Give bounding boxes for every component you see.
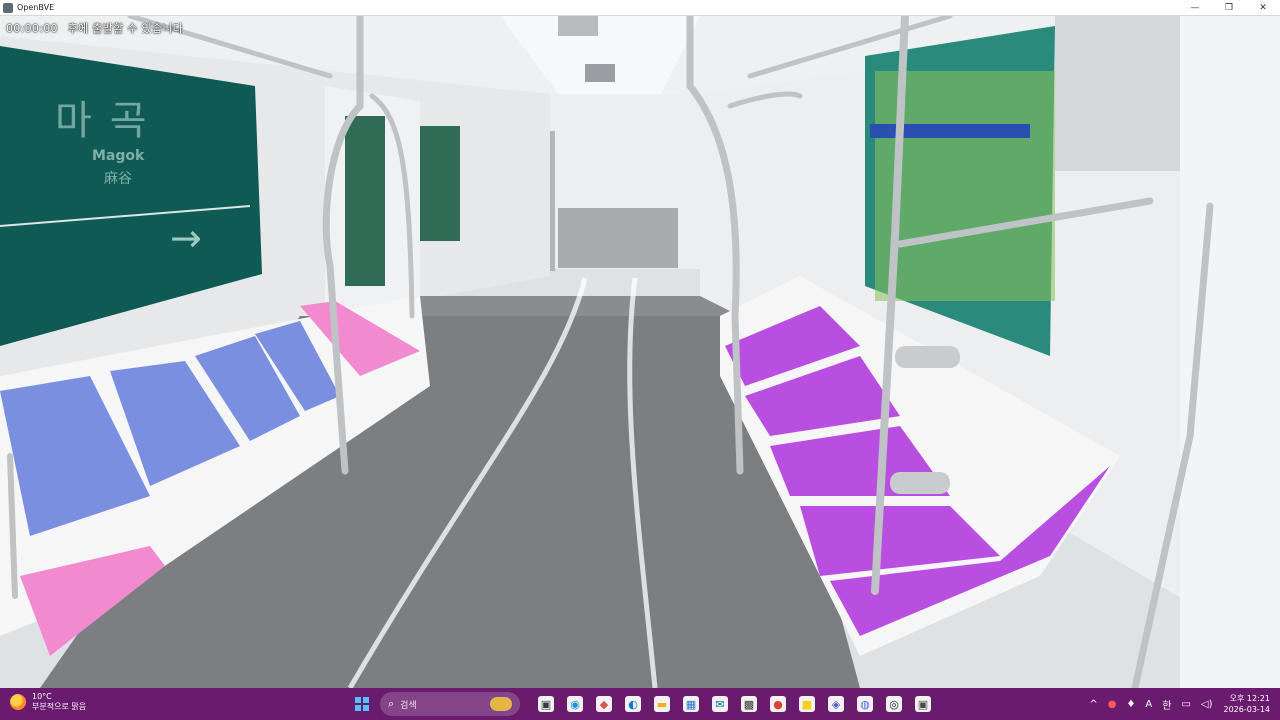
volume-icon[interactable]: ◁): [1201, 699, 1213, 710]
taskbar-app-openbve[interactable]: ▣: [911, 692, 935, 716]
taskbar-app-edge[interactable]: ◐: [621, 692, 645, 716]
taskbar-app-file-explorer[interactable]: ▬: [650, 692, 674, 716]
clock-time: 오후 12:21: [1229, 694, 1270, 703]
taskbar-app-chrome[interactable]: ●: [766, 692, 790, 716]
taskbar-app-kakaotalk[interactable]: ■: [795, 692, 819, 716]
train-interior-scene: [0, 16, 1280, 688]
taskbar-app-copilot[interactable]: ◉: [563, 692, 587, 716]
tray-app-icon[interactable]: ●: [1108, 699, 1117, 710]
search-placeholder: 검색: [400, 700, 417, 711]
start-button[interactable]: [350, 692, 374, 716]
station-sign-name-en: Magok: [92, 148, 145, 164]
weather-sun-icon: [10, 694, 26, 710]
file-explorer-icon: ▬: [654, 696, 670, 712]
taskbar-app-outlook[interactable]: ✉: [708, 692, 732, 716]
app-multicolor-icon: ◆: [596, 696, 612, 712]
obs-icon: ◎: [886, 696, 902, 712]
windows-taskbar: 10°C 부분적으로 맑음 ⌕ 검색 ▣ ◉ ◆ ◐ ▬ ▦ ✉ ▩ ● ■ ◈ ◍ ◎ ▣ ^ ● ♦ …: [0, 688, 1280, 720]
taskbar-apps: ⌕ 검색 ▣ ◉ ◆ ◐ ▬ ▦ ✉ ▩ ● ■ ◈ ◍ ◎ ▣: [350, 692, 935, 716]
window-titlebar: OpenBVE — ❐ ✕: [0, 0, 1280, 16]
station-sign-name-ko: 마곡: [55, 98, 165, 144]
taskbar-app-photos[interactable]: ▩: [737, 692, 761, 716]
taskbar-app-store[interactable]: ▦: [679, 692, 703, 716]
copilot-icon: ◉: [567, 696, 583, 712]
window-title: OpenBVE: [17, 3, 55, 12]
store-icon: ▦: [683, 696, 699, 712]
weather-description: 부분적으로 맑음: [32, 702, 87, 711]
weather-widget[interactable]: 10°C 부분적으로 맑음: [10, 692, 86, 712]
close-button[interactable]: ✕: [1246, 0, 1280, 15]
search-highlight-icon: [490, 697, 512, 711]
weather-temperature: 10°C: [32, 692, 52, 701]
teams-icon: ◈: [828, 696, 844, 712]
minimize-button[interactable]: —: [1178, 0, 1212, 15]
edge-icon: ◐: [625, 696, 641, 712]
overlay-time: 00:00:00: [6, 22, 58, 35]
taskbar-app-discord[interactable]: ◍: [853, 692, 877, 716]
microphone-icon[interactable]: ♦: [1126, 699, 1135, 710]
outlook-icon: ✉: [712, 696, 728, 712]
tray-overflow-chevron-icon[interactable]: ^: [1089, 699, 1097, 710]
overlay-text: 후에 출발할 수 있습니다: [67, 22, 184, 35]
app-icon: [3, 2, 13, 13]
openbve-icon: ▣: [915, 696, 931, 712]
chrome-icon: ●: [770, 696, 786, 712]
clock-date: 2026-03-14: [1223, 705, 1271, 714]
taskbar-app-obs[interactable]: ◎: [882, 692, 906, 716]
discord-icon: ◍: [857, 696, 873, 712]
windows-logo-icon: [355, 697, 369, 711]
arrow-right-icon: →: [170, 216, 202, 260]
photos-icon: ▩: [741, 696, 757, 712]
taskbar-app-task-view[interactable]: ▣: [534, 692, 558, 716]
system-tray: ^ ● ♦ A 한 ▭ ◁) 오후 12:21 2026-03-14: [1084, 688, 1280, 720]
taskbar-app-teams[interactable]: ◈: [824, 692, 848, 716]
maximize-button[interactable]: ❐: [1212, 0, 1246, 15]
search-icon: ⌕: [388, 697, 395, 710]
task-view-icon: ▣: [538, 696, 554, 712]
taskbar-app-app-multicolor[interactable]: ◆: [592, 692, 616, 716]
ime-language-indicator[interactable]: 한: [1162, 697, 1171, 712]
network-icon[interactable]: ▭: [1181, 699, 1190, 710]
station-sign-name-sub: 麻谷: [104, 171, 132, 187]
kakaotalk-icon: ■: [799, 696, 815, 712]
status-overlay-message: 00:00:00 후에 출발할 수 있습니다: [6, 20, 183, 36]
ime-mode-indicator[interactable]: A: [1145, 699, 1152, 710]
taskbar-search[interactable]: ⌕ 검색: [380, 692, 520, 716]
taskbar-clock[interactable]: 오후 12:21 2026-03-14: [1224, 693, 1271, 715]
simulator-viewport[interactable]: 마곡 Magok 麻谷 → 00:00:00 후에 출발할 수 있습니다: [0, 16, 1280, 688]
